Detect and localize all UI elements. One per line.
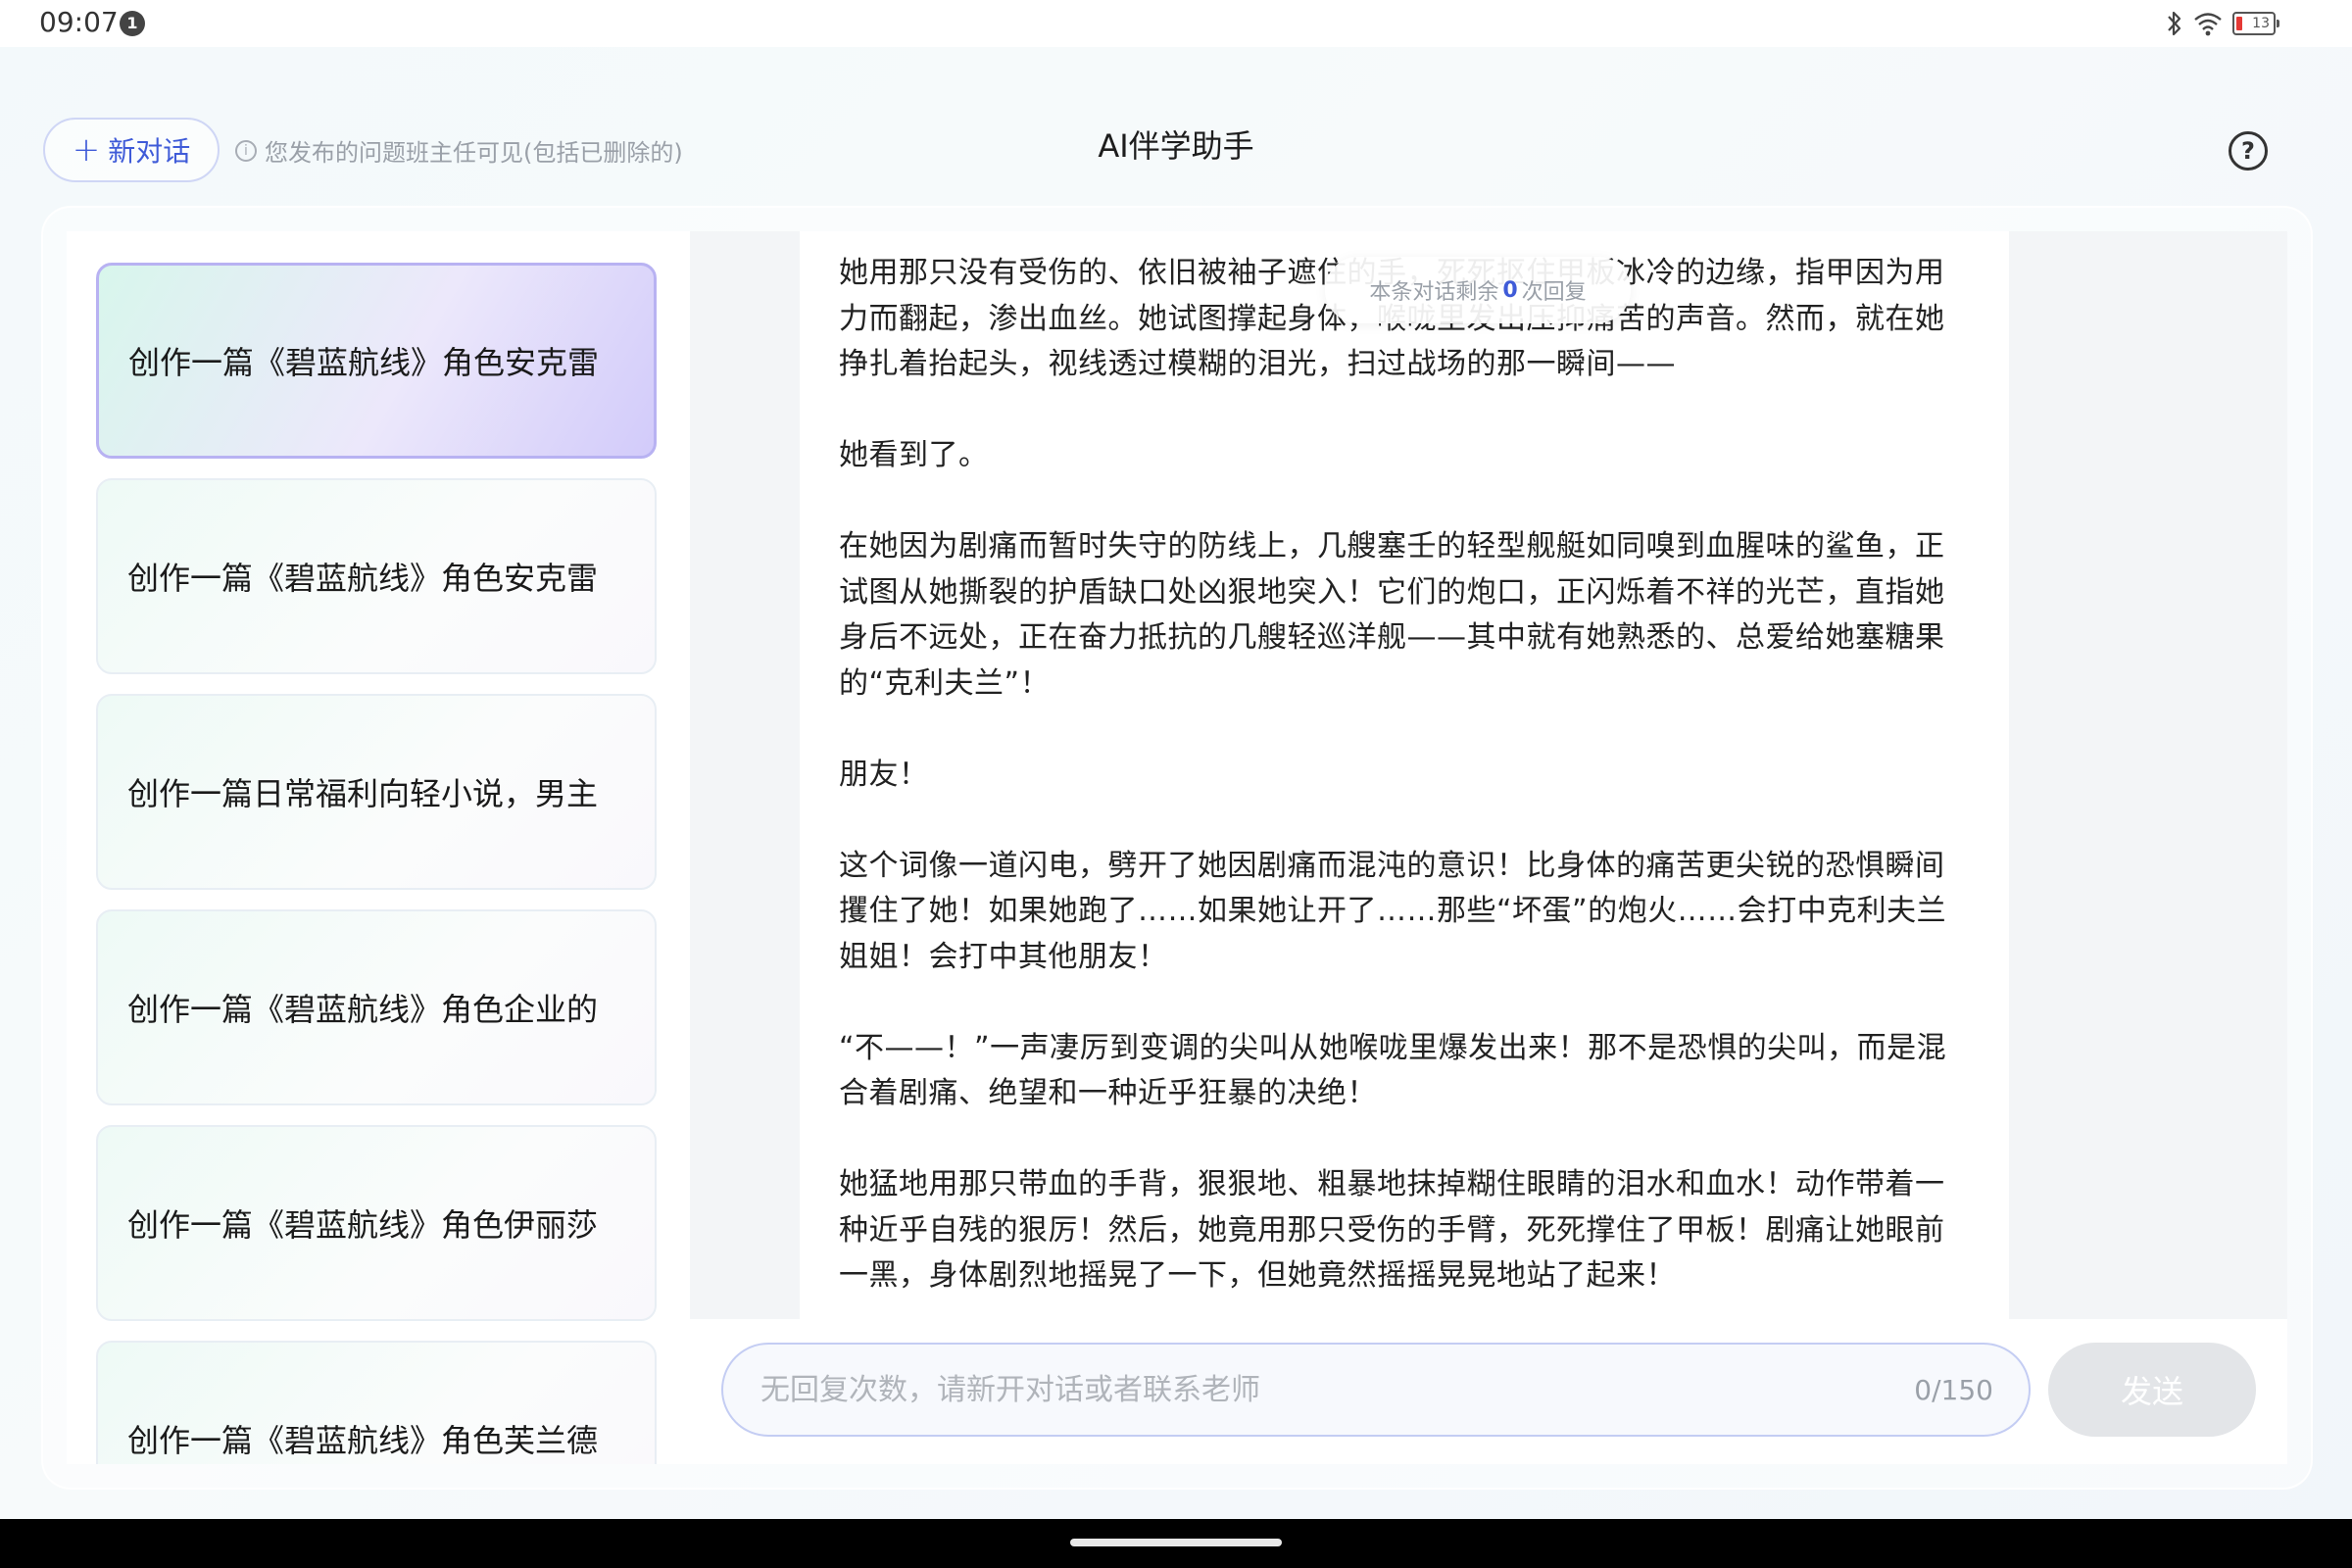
chat-gutter-left <box>690 231 800 1319</box>
page-title: AI伴学助手 <box>1098 127 1254 165</box>
plus-icon: + <box>72 130 101 170</box>
conversation-title: 创作一篇《碧蓝航线》角色企业的 <box>127 991 599 1028</box>
conversation-item-5[interactable]: 创作一篇《碧蓝航线》角色伊丽莎 <box>96 1125 657 1321</box>
conversation-item-1[interactable]: 创作一篇《碧蓝航线》角色安克雷 <box>96 263 657 459</box>
notice-text: 您发布的问题班主任可见(包括已删除的) <box>265 139 683 167</box>
new-chat-label: 新对话 <box>108 135 191 168</box>
conversation-title: 创作一篇日常福利向轻小说，男主 <box>127 775 599 812</box>
bluetooth-icon <box>2168 11 2181 36</box>
conversation-item-4[interactable]: 创作一篇《碧蓝航线》角色企业的 <box>96 909 657 1105</box>
visibility-notice: i 您发布的问题班主任可见(包括已删除的) <box>235 133 683 168</box>
conversation-title: 创作一篇《碧蓝航线》角色芙兰德 <box>127 1422 599 1459</box>
battery-icon: 13 <box>2232 12 2279 35</box>
chat-area: 她用那只没有受伤的、依旧被袖子遮住的手，死死抠住甲板冰冷的边缘，指甲因为用力而翻… <box>690 231 2287 1464</box>
send-button[interactable]: 发送 <box>2048 1343 2256 1437</box>
conversation-title: 创作一篇《碧蓝航线》角色伊丽莎 <box>127 1206 599 1244</box>
conversation-title: 创作一篇《碧蓝航线》角色安克雷 <box>128 344 600 381</box>
remaining-replies-badge: 本条对话剩余 0 次回复 <box>1325 257 1631 323</box>
conversation-title: 创作一篇《碧蓝航线》角色安克雷 <box>127 560 599 597</box>
status-time: 09:07 <box>39 6 119 38</box>
remaining-count: 0 <box>1502 277 1518 303</box>
message-paragraph: 这个词像一道闪电，劈开了她因剧痛而混沌的意识！比身体的痛苦更尖锐的恐惧瞬间攫住了… <box>839 848 1947 974</box>
message-paragraph: 她猛地用那只带血的手背，狠狠地、粗暴地抹掉糊住眼睛的泪水和血水！动作带着一种近乎… <box>839 1167 1945 1293</box>
char-counter: 0/150 <box>1914 1373 1993 1406</box>
wifi-icon <box>2194 13 2222 36</box>
remaining-suffix: 次回复 <box>1521 280 1587 305</box>
conversation-item-2[interactable]: 创作一篇《碧蓝航线》角色安克雷 <box>96 478 657 674</box>
message-paragraph: 在她因为剧痛而暂时失守的防线上，几艘塞壬的轻型舰艇如同嗅到血腥味的鲨鱼，正试图从… <box>839 529 1945 701</box>
message-input[interactable] <box>760 1372 1915 1407</box>
help-icon[interactable]: ? <box>2229 131 2268 171</box>
message-paragraph: “不——！”一声凄厉到变调的尖叫从她喉咙里爆发出来！那不是恐惧的尖叫，而是混合着… <box>839 1030 1947 1111</box>
info-icon: i <box>235 139 257 162</box>
conversation-item-3[interactable]: 创作一篇日常福利向轻小说，男主 <box>96 694 657 890</box>
message-input-box[interactable]: 0/150 <box>721 1343 2031 1437</box>
message-paragraph: 朋友！ <box>839 757 929 792</box>
conversation-item-6[interactable]: 创作一篇《碧蓝航线》角色芙兰德 <box>96 1341 657 1464</box>
navigation-bar <box>0 1519 2352 1568</box>
message-paragraph: 她看到了。 <box>839 438 989 472</box>
notification-badge-icon: 1 <box>120 11 145 36</box>
new-chat-button[interactable]: + 新对话 <box>43 118 220 182</box>
status-icons: 13 <box>2166 8 2279 39</box>
status-bar: 09:07 1 13 <box>0 0 2352 47</box>
remaining-prefix: 本条对话剩余 <box>1369 280 1499 305</box>
conversation-list: 创作一篇《碧蓝航线》角色安克雷 创作一篇《碧蓝航线》角色安克雷 创作一篇日常福利… <box>67 231 690 1464</box>
home-indicator[interactable] <box>1070 1539 1282 1546</box>
input-bar: 0/150 发送 <box>690 1319 2287 1464</box>
ai-message: 她用那只没有受伤的、依旧被袖子遮住的手，死死抠住甲板冰冷的边缘，指甲因为用力而翻… <box>839 251 1970 1299</box>
message-panel[interactable]: 她用那只没有受伤的、依旧被袖子遮住的手，死死抠住甲板冰冷的边缘，指甲因为用力而翻… <box>800 231 2009 1319</box>
chat-gutter-right <box>2009 231 2287 1319</box>
